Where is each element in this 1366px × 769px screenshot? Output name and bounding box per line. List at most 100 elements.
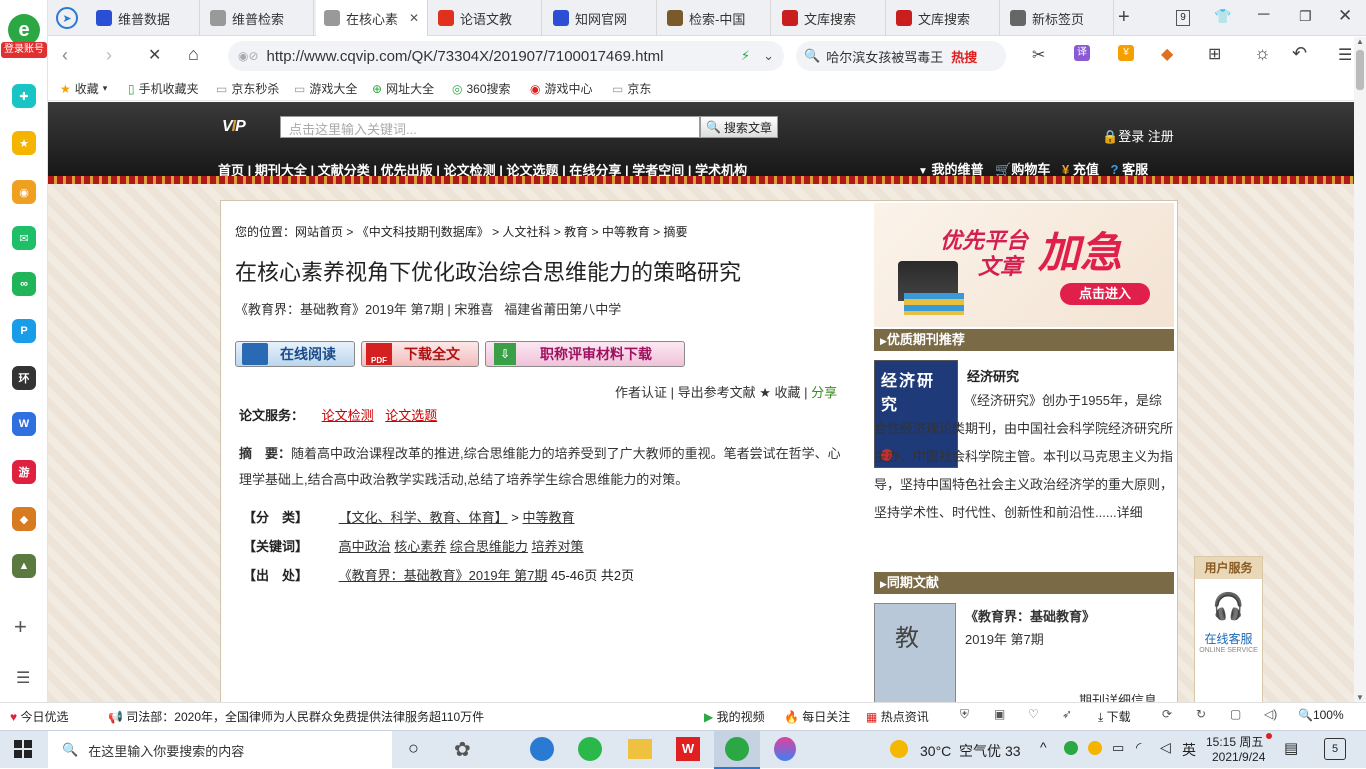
coin-icon[interactable]: ¥ xyxy=(1118,45,1134,61)
game-icon[interactable]: ◆ xyxy=(1161,44,1173,64)
minimize-button[interactable]: ─ xyxy=(1258,6,1269,24)
bookmark-mobile[interactable]: ▯ 手机收藏夹 xyxy=(128,80,199,97)
priority-publish-ad[interactable]: 优先平台 文章 加急 点击进入 xyxy=(874,203,1174,327)
tray-expand-icon[interactable]: ^ xyxy=(1040,739,1047,755)
tab-6[interactable]: 检索-中国 xyxy=(659,0,771,36)
clock-date[interactable]: 2021/9/24 xyxy=(1212,750,1265,764)
login-register-link[interactable]: 🔒登录 注册 xyxy=(1102,126,1174,145)
download-status[interactable]: ⤓ 下载 xyxy=(1098,708,1131,725)
plus-app-icon[interactable]: ✚ xyxy=(12,84,36,108)
new-tab-button[interactable]: + xyxy=(1118,6,1130,29)
breadcrumb-item[interactable]: 中等教育 xyxy=(602,225,650,239)
skin-icon[interactable]: 👕 xyxy=(1214,8,1231,25)
bookmark-jd[interactable]: ▭ 京东 xyxy=(612,80,651,97)
translate-icon[interactable]: 译 xyxy=(1074,45,1090,61)
game3-app-icon[interactable]: ▲ xyxy=(12,554,36,578)
game-app-icon[interactable]: 游 xyxy=(12,460,36,484)
home-icon[interactable]: ⌂ xyxy=(188,44,199,65)
scroll-thumb[interactable] xyxy=(1356,50,1364,90)
tab-4[interactable]: 论语文教 xyxy=(430,0,542,36)
my-video[interactable]: ▶ 我的视频 xyxy=(704,708,765,725)
close-window-button[interactable]: ✕ xyxy=(1338,6,1352,26)
weather-icon[interactable] xyxy=(890,740,908,758)
search-text[interactable]: 哈尔滨女孩被骂毒王 xyxy=(826,47,943,66)
refresh-icon[interactable]: ⟳ xyxy=(1162,707,1172,721)
bookmark-sites[interactable]: ⊕ 网址大全 xyxy=(372,80,434,97)
p-app-icon[interactable]: P xyxy=(12,319,36,343)
pinwheel-app-icon[interactable]: ✿ xyxy=(454,737,471,762)
same-journal-name[interactable]: 《教育界：基础教育》 xyxy=(965,606,1095,625)
url-field[interactable]: ◉⊘ http://www.cqvip.com/QK/73304X/201907… xyxy=(228,41,784,71)
vip-logo[interactable]: VIP xyxy=(222,118,246,136)
scroll-down-icon[interactable]: ▼ xyxy=(1354,693,1366,702)
tab-9[interactable]: 新标签页 xyxy=(1002,0,1114,36)
battery-icon[interactable]: ▭ xyxy=(1112,740,1124,756)
page-scrollbar[interactable]: ▲ ▼ xyxy=(1354,37,1366,702)
hot-search-label[interactable]: 热搜 xyxy=(951,47,977,66)
bird-app-icon[interactable] xyxy=(530,737,554,761)
tab-7[interactable]: 文库搜索 xyxy=(774,0,886,36)
tab-1[interactable]: 维普数据 xyxy=(88,0,200,36)
bookmark-jd-miaosha[interactable]: ▭ 京东秒杀 xyxy=(216,80,279,97)
user-service-widget[interactable]: 用户服务 🎧 在线客服 ONLINE SERVICE xyxy=(1194,556,1263,702)
shield-icon[interactable]: ⛨ xyxy=(960,707,969,722)
paper-topic-link[interactable]: 论文选题 xyxy=(385,408,437,423)
tab-2[interactable]: 维普检索 xyxy=(202,0,314,36)
actions-links[interactable]: 作者认证 | 导出参考文献 ★ 收藏 | xyxy=(615,385,807,400)
star-favorites-icon[interactable]: ★ xyxy=(12,131,36,155)
recharge-link[interactable]: ¥ 充值 xyxy=(1062,162,1099,177)
search-box[interactable]: 🔍 哈尔滨女孩被骂毒王 热搜 xyxy=(796,41,1006,71)
url-dropdown-icon[interactable]: ⌄ xyxy=(763,48,774,64)
file-explorer-icon[interactable] xyxy=(628,739,652,759)
site-search-input[interactable]: 点击这里输入关键词... xyxy=(280,116,700,138)
tab-8[interactable]: 文库搜索 xyxy=(888,0,1000,36)
journal-detail-link[interactable]: 期刊详细信息 xyxy=(1079,690,1157,702)
ad-enter-button[interactable]: 点击进入 xyxy=(1060,283,1150,305)
category-link[interactable]: 【文化、科学、教育、体育】 xyxy=(339,510,508,525)
wps-app-icon[interactable]: W xyxy=(676,737,700,761)
main-menu-icon[interactable]: ☰ xyxy=(1338,45,1352,65)
breadcrumb-item[interactable]: 网站首页 xyxy=(295,225,343,239)
docs-app-icon[interactable]: W xyxy=(12,412,36,436)
site-search-button[interactable]: 🔍 搜索文章 xyxy=(700,116,778,138)
keyword-link[interactable]: 培养对策 xyxy=(532,539,584,554)
bookmark-360search[interactable]: ◎ 360搜索 xyxy=(452,80,511,97)
add-sidebar-icon[interactable]: + xyxy=(14,614,27,640)
download-pdf-button[interactable]: PDF 下载全文 xyxy=(361,341,479,367)
keyword-link[interactable]: 高中政治 xyxy=(339,539,391,554)
back-icon[interactable]: ‹ xyxy=(62,45,68,66)
tray-app-icon[interactable] xyxy=(1064,741,1078,755)
tab-count-badge[interactable]: 9 xyxy=(1176,10,1190,26)
online-read-button[interactable]: 在线阅读 xyxy=(235,341,355,367)
materials-download-button[interactable]: ⇩ 职称评审材料下载 xyxy=(485,341,685,367)
keyword-link[interactable]: 综合思维能力 xyxy=(450,539,528,554)
sidebar-menu-icon[interactable]: ☰ xyxy=(16,668,30,688)
undo-icon[interactable]: ↶ xyxy=(1292,43,1307,64)
daily-focus[interactable]: 🔥 每日关注 xyxy=(784,708,850,725)
restore-icon[interactable]: ↻ xyxy=(1196,707,1206,721)
image-icon[interactable]: ▣ xyxy=(994,707,1005,721)
wechat-app-icon[interactable] xyxy=(578,737,602,761)
weather-text[interactable]: 30°C 空气优 33 xyxy=(920,741,1021,761)
source-link[interactable]: 《教育界：基础教育》2019年 第7期 xyxy=(339,568,548,583)
security-icon[interactable]: ◉⊘ xyxy=(238,49,259,63)
paper-check-link[interactable]: 论文检测 xyxy=(322,408,374,423)
drop-app-icon[interactable] xyxy=(774,737,796,761)
mail-icon[interactable]: ✉ xyxy=(12,226,36,250)
bookmark-favorites[interactable]: ★ 收藏 ▾ xyxy=(60,80,107,97)
speaker-tray-icon[interactable]: ◁ xyxy=(1160,739,1171,756)
notification-count[interactable]: 5 xyxy=(1324,738,1346,760)
lightning-icon[interactable]: ⚡ xyxy=(741,48,750,64)
taskbar-search[interactable]: 🔍 在这里输入你要搜索的内容 xyxy=(48,731,392,769)
scroll-up-icon[interactable]: ▲ xyxy=(1354,37,1366,46)
breadcrumb-item[interactable]: 《中文科技期刊数据库》 xyxy=(357,225,489,239)
maximize-button[interactable]: ❐ xyxy=(1299,8,1312,25)
service-link[interactable]: ? 客服 xyxy=(1111,162,1149,177)
tab-5[interactable]: 知网官网 xyxy=(545,0,657,36)
same-issue-cover[interactable]: 教 xyxy=(874,603,956,702)
apps-grid-icon[interactable]: ⊞ xyxy=(1208,44,1221,64)
wifi-icon[interactable]: ◜ xyxy=(1136,739,1141,756)
window-icon[interactable]: ▢ xyxy=(1230,707,1241,721)
today-picks[interactable]: ♥ 今日优选 xyxy=(10,708,68,725)
keyword-link[interactable]: 核心素养 xyxy=(394,539,446,554)
